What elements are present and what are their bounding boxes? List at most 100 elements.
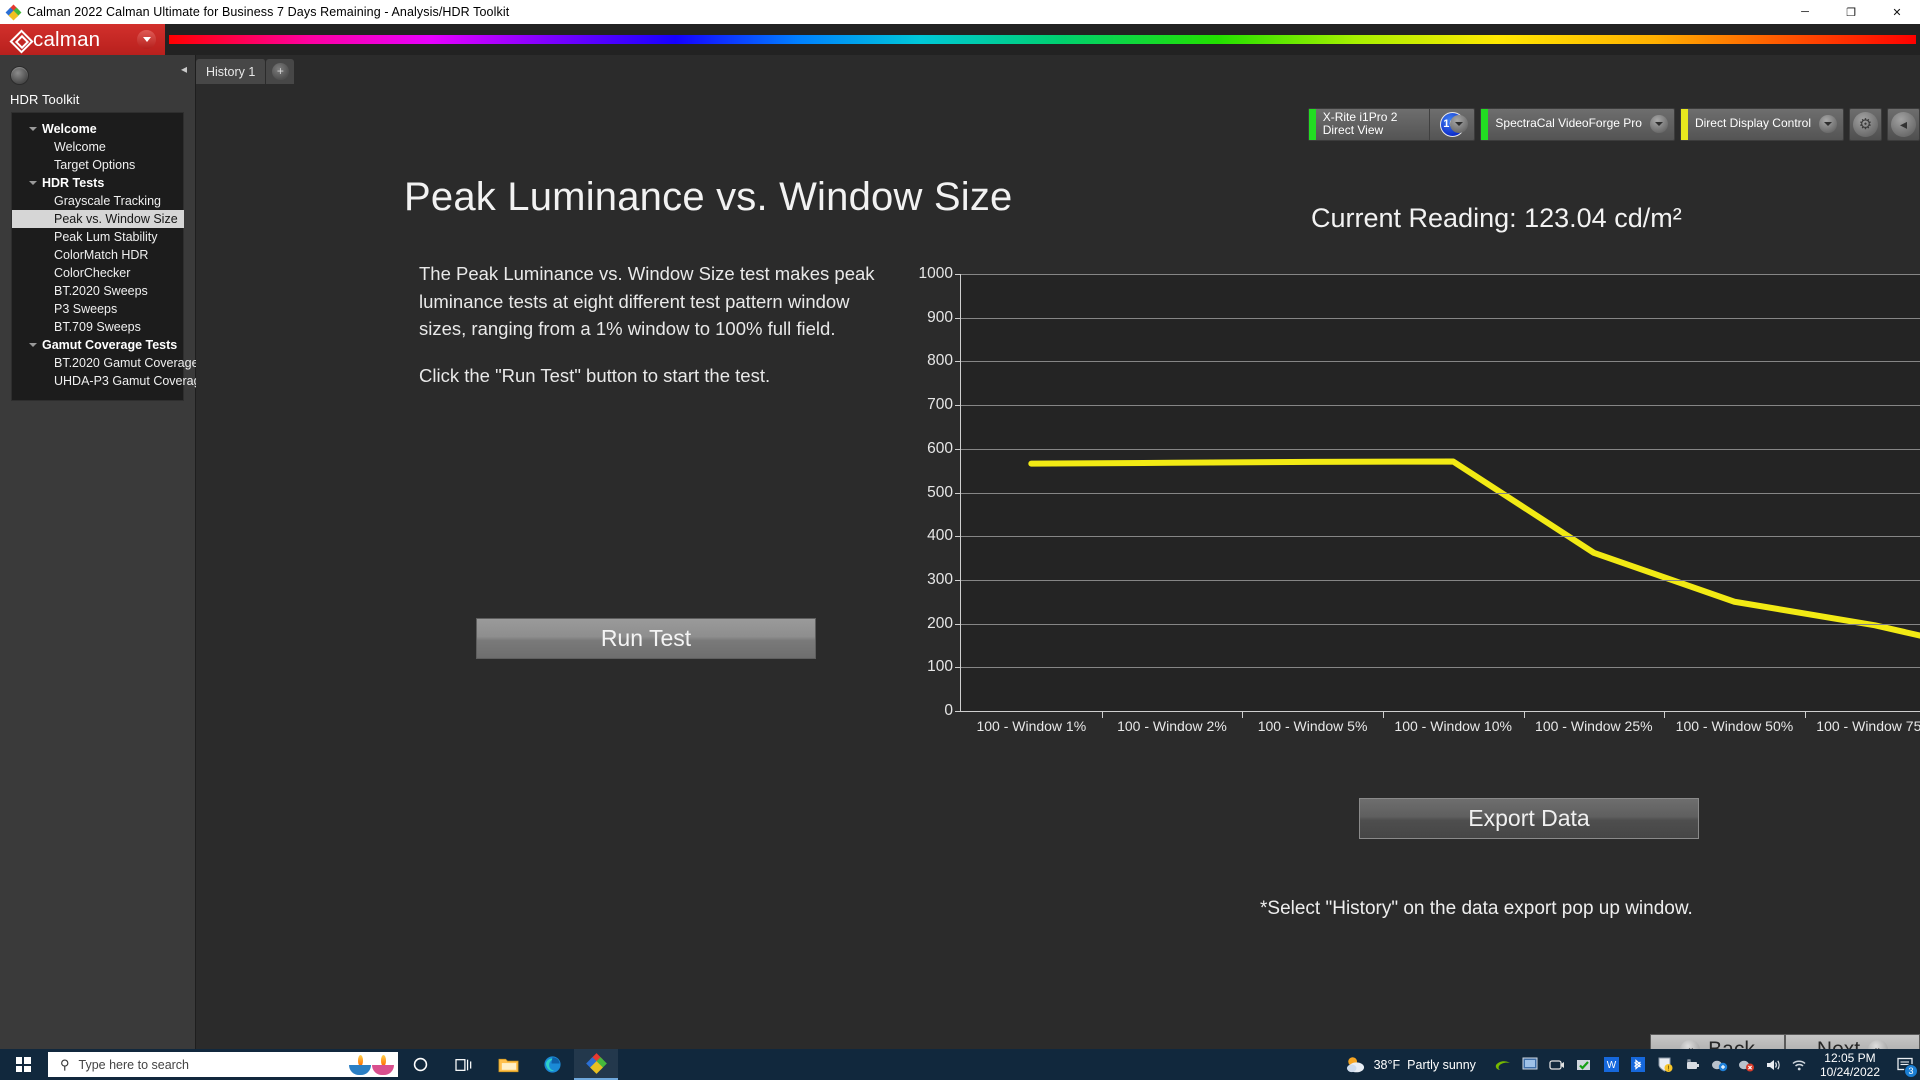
sidebar-collapse-chevron-left-icon[interactable]: ◂ — [177, 60, 191, 77]
sidebar-item-welcome[interactable]: Welcome — [12, 138, 183, 156]
sidebar-home-button[interactable] — [10, 66, 29, 85]
display-control-selector[interactable]: Direct Display Control — [1679, 107, 1844, 141]
description-paragraph-2: Click the "Run Test" button to start the… — [419, 364, 771, 386]
sidebar-item-p3-sweeps[interactable]: P3 Sweeps — [12, 300, 183, 318]
wifi-icon[interactable] — [1790, 1054, 1811, 1075]
display-settings-icon[interactable] — [1520, 1054, 1541, 1075]
battery-plug-icon[interactable] — [1682, 1054, 1703, 1075]
twisty-collapse-icon[interactable] — [29, 343, 37, 347]
notification-center-button[interactable]: 3 — [1890, 1049, 1920, 1080]
sidebar-item-colorchecker[interactable]: ColorChecker — [12, 264, 183, 282]
close-button[interactable]: ✕ — [1874, 0, 1920, 24]
chart-y-tick-label: 100 — [927, 658, 953, 676]
tree-group-gamut-coverage-tests[interactable]: Gamut Coverage Tests — [12, 336, 183, 354]
chart-y-tick-mark — [955, 711, 961, 712]
taskbar-clock[interactable]: 12:05 PM 10/24/2022 — [1820, 1051, 1880, 1079]
chart-x-tick-label: 100 - Window 75% — [1816, 718, 1920, 734]
wacom-icon[interactable]: W — [1601, 1054, 1622, 1075]
sidebar-item-label: BT.709 Sweeps — [54, 319, 141, 334]
windows-security-warning-icon[interactable]: ! — [1655, 1054, 1676, 1075]
test-description: The Peak Luminance vs. Window Size test … — [419, 260, 889, 389]
chart-y-tick-mark — [955, 361, 961, 363]
chart-x-tick-mark — [1382, 711, 1384, 718]
sidebar-item-label: Target Options — [54, 157, 136, 172]
sidebar-item-grayscale-tracking[interactable]: Grayscale Tracking — [12, 192, 183, 210]
start-button[interactable] — [0, 1049, 46, 1080]
display-control-name: Direct Display Control — [1694, 116, 1811, 131]
nvidia-icon[interactable] — [1493, 1054, 1514, 1075]
network-error-icon[interactable] — [1736, 1054, 1757, 1075]
sidebar-item-bt-2020-gamut-coverage[interactable]: BT.2020 Gamut Coverage — [12, 354, 199, 372]
chart-y-tick-mark — [955, 623, 961, 625]
chart-gridline — [961, 623, 1920, 625]
source-selector[interactable]: SpectraCal VideoForge Pro — [1480, 107, 1675, 141]
windows-logo-icon — [15, 1057, 31, 1072]
chart-x-tick-label: 100 - Window 10% — [1394, 718, 1512, 734]
chart-x-tick-mark — [1804, 711, 1806, 718]
network-sync-icon[interactable] — [1709, 1054, 1730, 1075]
sidebar-item-bt-709-sweeps[interactable]: BT.709 Sweeps — [12, 318, 183, 336]
settings-button[interactable]: ⚙ — [1849, 107, 1882, 141]
file-explorer-icon[interactable] — [486, 1049, 530, 1080]
chart-y-tick-mark — [955, 667, 961, 669]
sidebar-item-bt-2020-sweeps[interactable]: BT.2020 Sweeps — [12, 282, 183, 300]
microsoft-edge-icon[interactable] — [530, 1049, 574, 1080]
task-view-icon[interactable] — [442, 1049, 486, 1080]
brand-name-label: calman — [33, 27, 101, 51]
toolbar-collapse-button[interactable]: ◂ — [1887, 107, 1920, 141]
tree-group-hdr-tests[interactable]: HDR Tests — [12, 174, 183, 192]
chart-x-tick-label: 100 - Window 50% — [1675, 718, 1794, 734]
display-chevron-down-icon[interactable] — [1819, 115, 1837, 133]
chart-x-tick-mark — [1242, 711, 1244, 718]
partly-sunny-icon — [1346, 1057, 1364, 1073]
security-check-icon[interactable] — [1574, 1054, 1595, 1075]
calman-brand[interactable]: calman — [0, 24, 165, 55]
meter-chevron-down-icon[interactable] — [1450, 115, 1469, 133]
sidebar-item-peak-lum-stability[interactable]: Peak Lum Stability — [12, 228, 183, 246]
tree-group-welcome[interactable]: Welcome — [12, 120, 183, 138]
chart-gridline — [961, 361, 1920, 363]
tab-history-1[interactable]: History 1 — [196, 59, 267, 84]
chart-gridline — [961, 405, 1920, 407]
maximize-button[interactable]: ❐ — [1828, 0, 1874, 24]
calman-taskbar-icon[interactable] — [574, 1049, 618, 1080]
export-data-button[interactable]: Export Data — [1359, 798, 1699, 839]
sidebar-item-peak-vs-window-size[interactable]: Peak vs. Window Size — [12, 210, 184, 228]
meter-selector[interactable]: X-Rite i1Pro 2 Direct View 167 — [1307, 107, 1476, 141]
volume-icon[interactable] — [1763, 1054, 1784, 1075]
run-test-button[interactable]: Run Test — [476, 618, 816, 659]
minimize-button[interactable]: ─ — [1782, 0, 1828, 24]
meter-name: X-Rite i1Pro 2 — [1322, 109, 1398, 124]
sidebar-item-label: ColorChecker — [54, 265, 131, 280]
meter-status-accent — [1308, 108, 1316, 140]
source-chevron-down-icon[interactable] — [1649, 115, 1668, 133]
twisty-collapse-icon[interactable] — [29, 127, 37, 131]
add-tab-button[interactable]: + — [266, 59, 295, 84]
sidebar-item-uhda-p3-gamut-coverage[interactable]: UHDA-P3 Gamut Coverage — [12, 372, 208, 390]
camera-icon[interactable] — [1547, 1054, 1568, 1075]
current-reading-value: Current Reading: 123.04 cd/m² — [1311, 203, 1682, 233]
app-body: ◂ HDR Toolkit Welcome Welcome Target Optio… — [0, 55, 1920, 1080]
chart-y-tick-label: 500 — [927, 483, 953, 501]
taskbar-search-box[interactable]: ⚲ Type here to search — [48, 1052, 398, 1077]
clock-date: 10/24/2022 — [1819, 1064, 1880, 1079]
sidebar-item-target-options[interactable]: Target Options — [12, 156, 183, 174]
cortana-icon[interactable] — [398, 1049, 442, 1080]
twisty-collapse-icon[interactable] — [29, 181, 37, 185]
peak-luminance-chart: 1000 900 800 700 600 500 400 300 200 100 0 100 - Wi… — [919, 260, 1920, 750]
chevron-left-icon: ◂ — [1899, 115, 1908, 132]
weather-widget[interactable]: 38°F Partly sunny — [1344, 1055, 1476, 1074]
brand-menu-chevron-down-icon[interactable] — [137, 30, 156, 49]
window-title-text: Calman 2022 Calman Ultimate for Business… — [27, 5, 510, 19]
chart-y-tick-label: 0 — [944, 702, 953, 719]
chart-x-tick-label: 100 - Window 25% — [1535, 718, 1653, 734]
chart-y-tick-label: 200 — [927, 614, 953, 632]
sidebar-item-label: UHDA-P3 Gamut Coverage — [54, 373, 208, 388]
tab-strip: History 1 + — [196, 55, 1920, 84]
bluetooth-icon[interactable] — [1628, 1054, 1649, 1075]
calman-logo-icon — [10, 30, 29, 49]
chart-y-tick-label: 300 — [927, 570, 953, 588]
windows-taskbar: ⚲ Type here to search 38°F Partly sunny … — [0, 1049, 1920, 1080]
sidebar-item-colormatch-hdr[interactable]: ColorMatch HDR — [12, 246, 183, 264]
tree-group-label: HDR Tests — [42, 175, 105, 190]
